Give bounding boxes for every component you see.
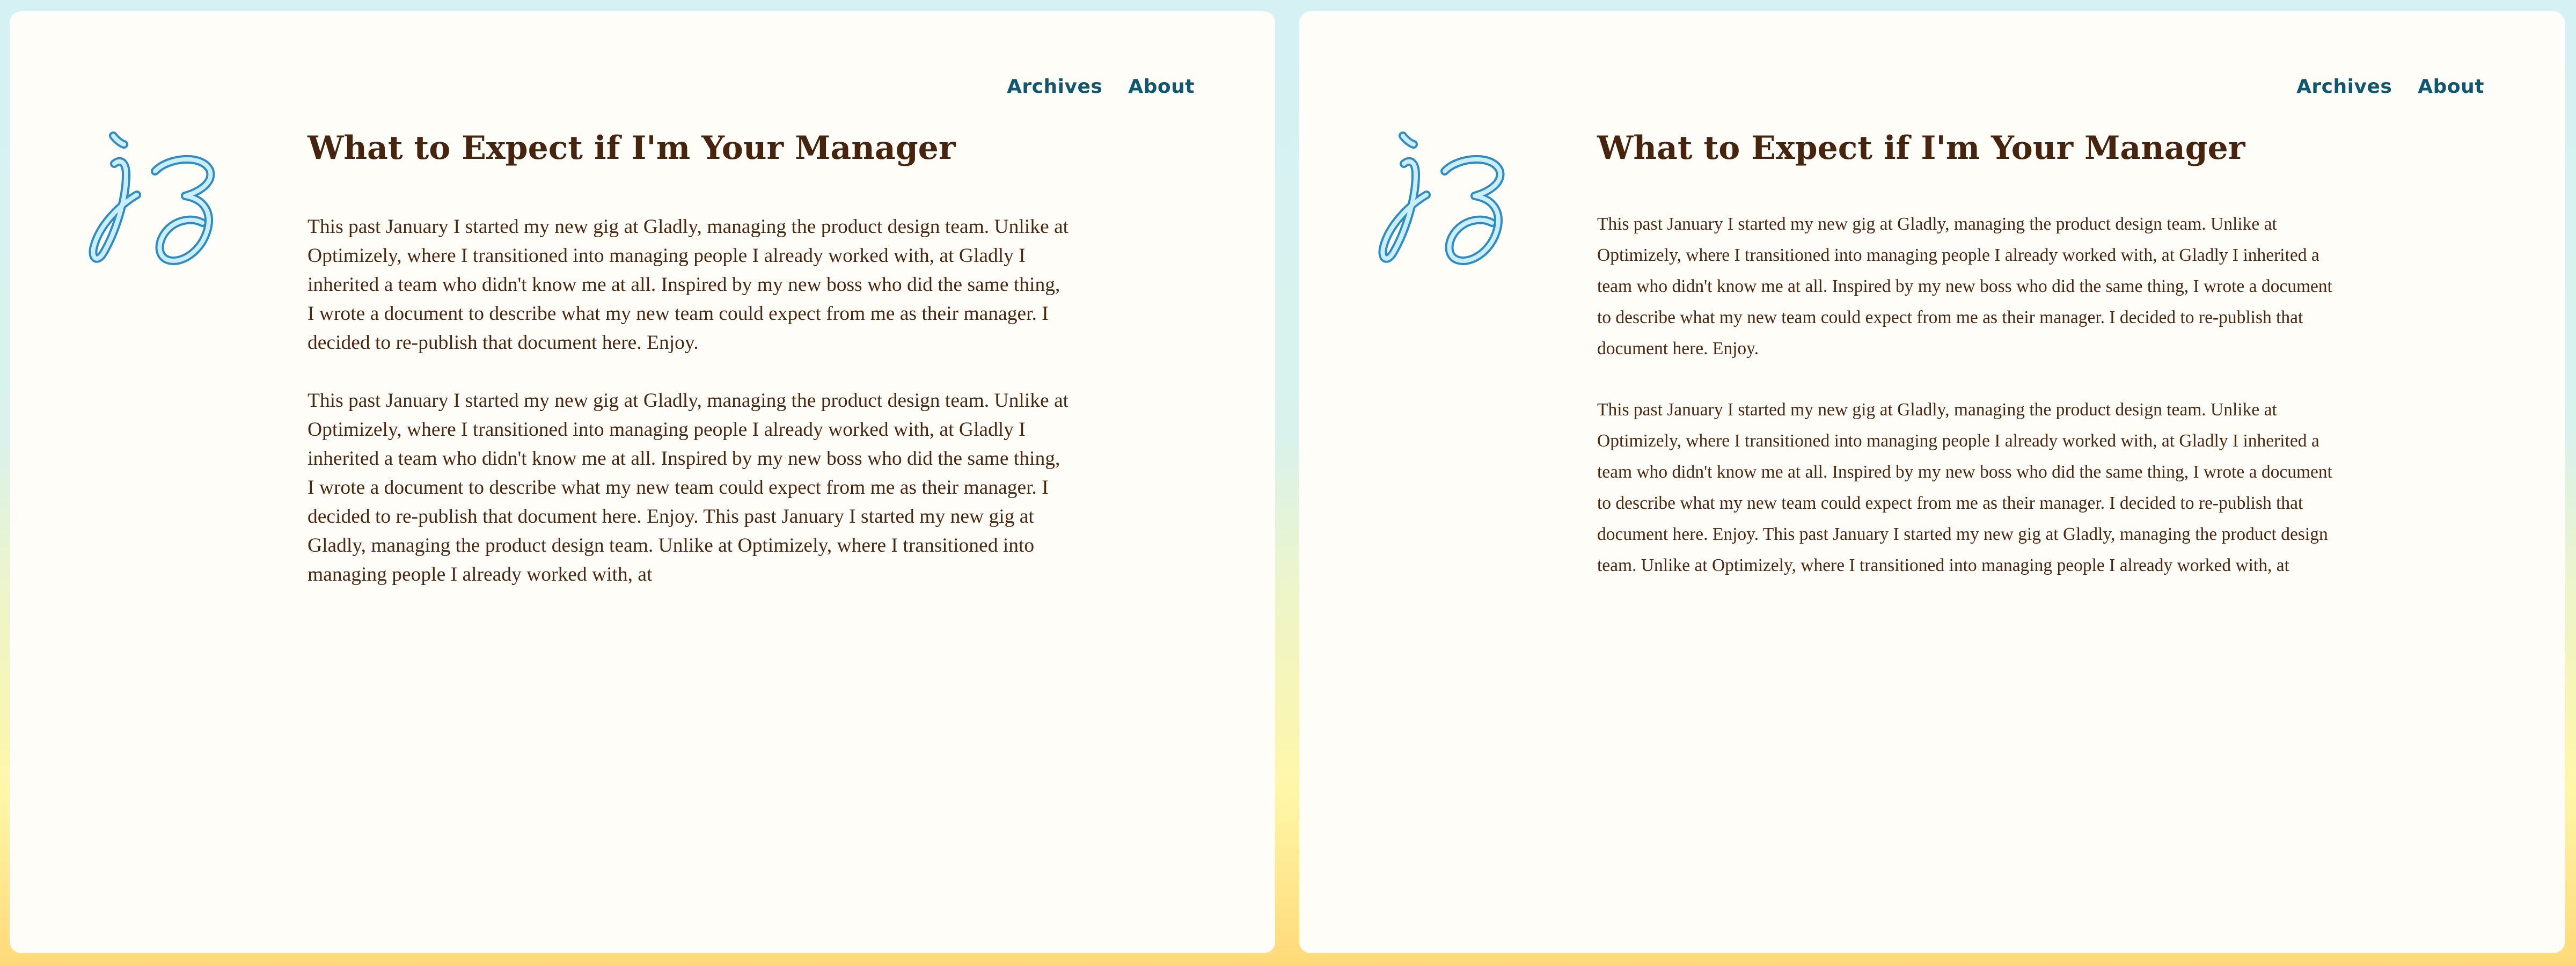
jz-signature-icon[interactable]	[87, 125, 232, 270]
nav-about-link[interactable]: About	[1128, 76, 1195, 98]
jz-signature-icon[interactable]	[1377, 125, 1522, 270]
post-paragraph-2: This past January I started my new gig a…	[308, 390, 1069, 586]
page-panel-right: Archives About What to Expect if I'm You…	[1299, 11, 2565, 953]
post-paragraph-1: This past January I started my new gig a…	[308, 216, 1069, 354]
logo-svg	[1378, 131, 1505, 265]
logo-svg	[89, 131, 215, 265]
top-nav: Archives About	[2296, 76, 2484, 98]
top-nav: Archives About	[1007, 76, 1195, 98]
page-panel-left: Archives About What to Expect if I'm You…	[10, 11, 1275, 953]
nav-archives-link[interactable]: Archives	[2296, 76, 2392, 98]
post-paragraph-2: This past January I started my new gig a…	[1597, 400, 2332, 575]
post-content: What to Expect if I'm Your Manager This …	[1597, 129, 2338, 581]
nav-archives-link[interactable]: Archives	[1007, 76, 1102, 98]
nav-about-link[interactable]: About	[2418, 76, 2484, 98]
post-title: What to Expect if I'm Your Manager	[308, 129, 956, 167]
post-paragraph-1: This past January I started my new gig a…	[1597, 214, 2332, 358]
post-title: What to Expect if I'm Your Manager	[1597, 129, 2245, 167]
post-content: What to Expect if I'm Your Manager This …	[308, 129, 1070, 589]
